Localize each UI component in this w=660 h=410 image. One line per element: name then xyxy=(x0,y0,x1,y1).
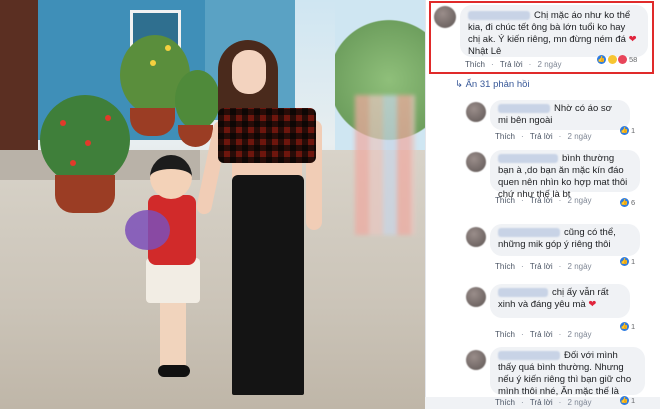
like-link[interactable]: Thích xyxy=(495,262,515,271)
commenter-name[interactable] xyxy=(498,227,560,237)
avatar[interactable] xyxy=(466,287,486,307)
flower-pot-2 xyxy=(130,108,175,136)
reply-link[interactable]: Trả lời xyxy=(530,330,553,339)
reaction-number: 1 xyxy=(631,126,636,135)
comment-bubble: Nhờ có áo sơ mi bên ngoài xyxy=(490,100,630,130)
highlight-box xyxy=(429,1,654,74)
commenter-name[interactable] xyxy=(498,350,560,360)
woman-pants xyxy=(232,175,304,395)
timestamp[interactable]: 2 ngày xyxy=(568,262,592,271)
reaction-number: 1 xyxy=(631,322,636,331)
purple-bag xyxy=(125,210,170,250)
comment-actions: Thích · Trả lời · 2 ngày xyxy=(495,398,592,407)
girl-head xyxy=(150,155,192,199)
flower xyxy=(105,115,111,121)
flower-bush-3 xyxy=(175,70,220,130)
avatar[interactable] xyxy=(466,152,486,172)
reaction-count[interactable]: 👍 1 xyxy=(620,126,635,135)
reaction-number: 1 xyxy=(631,257,636,266)
commenter-name[interactable] xyxy=(498,153,558,163)
comment-bubble: cũng có thể, những mik góp ý riêng thôi xyxy=(490,224,640,256)
comment-actions: Thích · Trả lời · 2 ngày xyxy=(495,330,592,339)
woman-face xyxy=(232,50,266,94)
comment-actions: Thích · Trả lời · 2 ngày xyxy=(495,196,592,205)
reaction-number: 6 xyxy=(631,198,636,207)
heart-emoji: ❤ xyxy=(588,299,597,310)
timestamp[interactable]: 2 ngày xyxy=(568,398,592,407)
woman-plaid-top xyxy=(218,108,316,163)
reply-link[interactable]: Trả lời xyxy=(530,262,553,271)
like-reaction-icon: 👍 xyxy=(620,126,629,135)
flower xyxy=(70,160,76,166)
reaction-count[interactable]: 👍 1 xyxy=(620,257,635,266)
girl-legs xyxy=(160,300,186,370)
reaction-count[interactable]: 👍 1 xyxy=(620,322,635,331)
reaction-number: 1 xyxy=(631,396,636,405)
avatar[interactable] xyxy=(466,227,486,247)
flower xyxy=(150,60,156,66)
like-reaction-icon: 👍 xyxy=(620,257,629,266)
like-link[interactable]: Thích xyxy=(495,398,515,407)
girl-shoes xyxy=(158,365,190,377)
avatar[interactable] xyxy=(466,350,486,370)
wooden-door xyxy=(0,0,38,155)
reaction-count[interactable]: 👍 1 xyxy=(620,396,635,405)
avatar[interactable] xyxy=(466,102,486,122)
reaction-count[interactable]: 👍 6 xyxy=(620,198,635,207)
comment-bubble: Đối với mình thấy quá bình thường. Nhưng… xyxy=(490,347,645,409)
comment-bubble: chị ấy vẫn rất xinh và đáng yêu mà ❤ xyxy=(490,284,630,318)
like-reaction-icon: 👍 xyxy=(620,198,629,207)
reply-link[interactable]: Trả lời xyxy=(530,196,553,205)
reply-link[interactable]: Trả lời xyxy=(530,398,553,407)
timestamp[interactable]: 2 ngày xyxy=(568,330,592,339)
flower-pot-1 xyxy=(55,175,115,213)
commenter-name[interactable] xyxy=(498,103,550,113)
timestamp[interactable]: 2 ngày xyxy=(568,196,592,205)
comment-actions: Thích · Trả lời · 2 ngày xyxy=(495,262,592,271)
flower xyxy=(85,140,91,146)
like-reaction-icon: 👍 xyxy=(620,396,629,405)
comment-actions: Thích · Trả lời · 2 ngày xyxy=(495,132,592,141)
reply-link[interactable]: Trả lời xyxy=(530,132,553,141)
timestamp[interactable]: 2 ngày xyxy=(568,132,592,141)
post-photo[interactable] xyxy=(0,0,425,409)
flower-pot-3 xyxy=(178,125,213,147)
blurred-background xyxy=(355,95,415,235)
flower xyxy=(165,45,171,51)
like-link[interactable]: Thích xyxy=(495,330,515,339)
commenter-name[interactable] xyxy=(498,287,548,297)
hide-replies-link[interactable]: ↳ Ẩn 31 phản hồi xyxy=(455,79,530,90)
like-link[interactable]: Thích xyxy=(495,196,515,205)
flower xyxy=(60,120,66,126)
comment-bubble: bình thường bạn à ,do bạn ăn mặc kín đáo… xyxy=(490,150,640,200)
like-reaction-icon: 👍 xyxy=(620,322,629,331)
like-link[interactable]: Thích xyxy=(495,132,515,141)
